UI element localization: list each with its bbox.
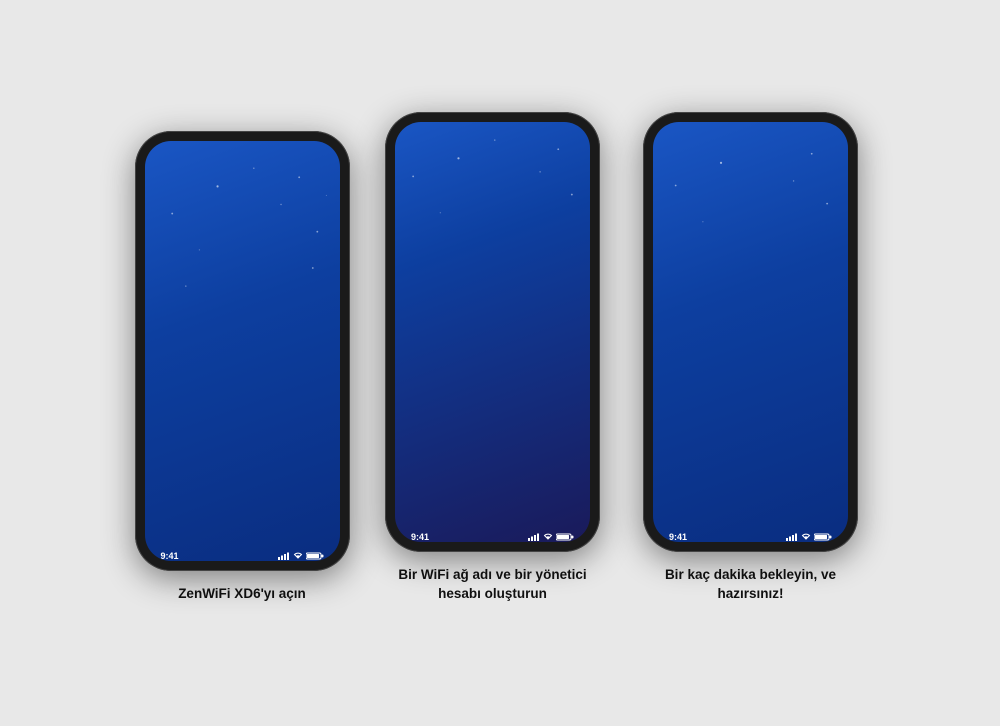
phone2-screen: 9:41 ‹ System Setup — [395, 122, 590, 542]
signal-icon-2 — [528, 533, 540, 541]
wifi-status-icon-3 — [801, 533, 811, 541]
status-icons-2 — [528, 533, 574, 541]
battery-icon-3 — [814, 533, 832, 541]
signal-icon — [278, 552, 290, 560]
caption-1: ZenWiFi XD6'yı açın — [178, 585, 306, 604]
phone1-screen: 9:41 ‹ System Setup — [145, 141, 340, 561]
status-bar-2: 9:41 — [395, 526, 590, 542]
phone3-screen: 9:41 ‹ System Setup — [653, 122, 848, 542]
battery-icon-2 — [556, 533, 574, 541]
phone1-frame: 9:41 ‹ System Setup — [135, 131, 350, 571]
phones-row: 9:41 ‹ System Setup — [135, 112, 866, 614]
phone2-container: 9:41 ‹ System Setup — [378, 112, 608, 604]
wifi-status-icon — [293, 552, 303, 560]
caption-2: Bir WiFi ağ adı ve bir yönetici hesabı o… — [378, 566, 608, 604]
status-bar-3: 9:41 — [653, 526, 848, 542]
phone3-container: 9:41 ‹ System Setup — [636, 112, 866, 604]
signal-icon-3 — [786, 533, 798, 541]
time-1: 9:41 — [161, 551, 179, 561]
status-icons-3 — [786, 533, 832, 541]
time-3: 9:41 — [669, 532, 687, 542]
stars-bg — [145, 141, 340, 540]
phone2-frame: 9:41 ‹ System Setup — [385, 112, 600, 552]
status-icons-1 — [278, 552, 324, 560]
phone3-frame: 9:41 ‹ System Setup — [643, 112, 858, 552]
time-2: 9:41 — [411, 532, 429, 542]
battery-icon — [306, 552, 324, 560]
wifi-status-icon-2 — [543, 533, 553, 541]
status-bar-1: 9:41 — [145, 545, 340, 561]
phone1-container: 9:41 ‹ System Setup — [135, 131, 350, 604]
stars-bg-2 — [395, 122, 590, 521]
caption-3: Bir kaç dakika bekleyin, ve hazırsınız! — [636, 566, 866, 604]
stars-bg-3 — [653, 122, 848, 521]
